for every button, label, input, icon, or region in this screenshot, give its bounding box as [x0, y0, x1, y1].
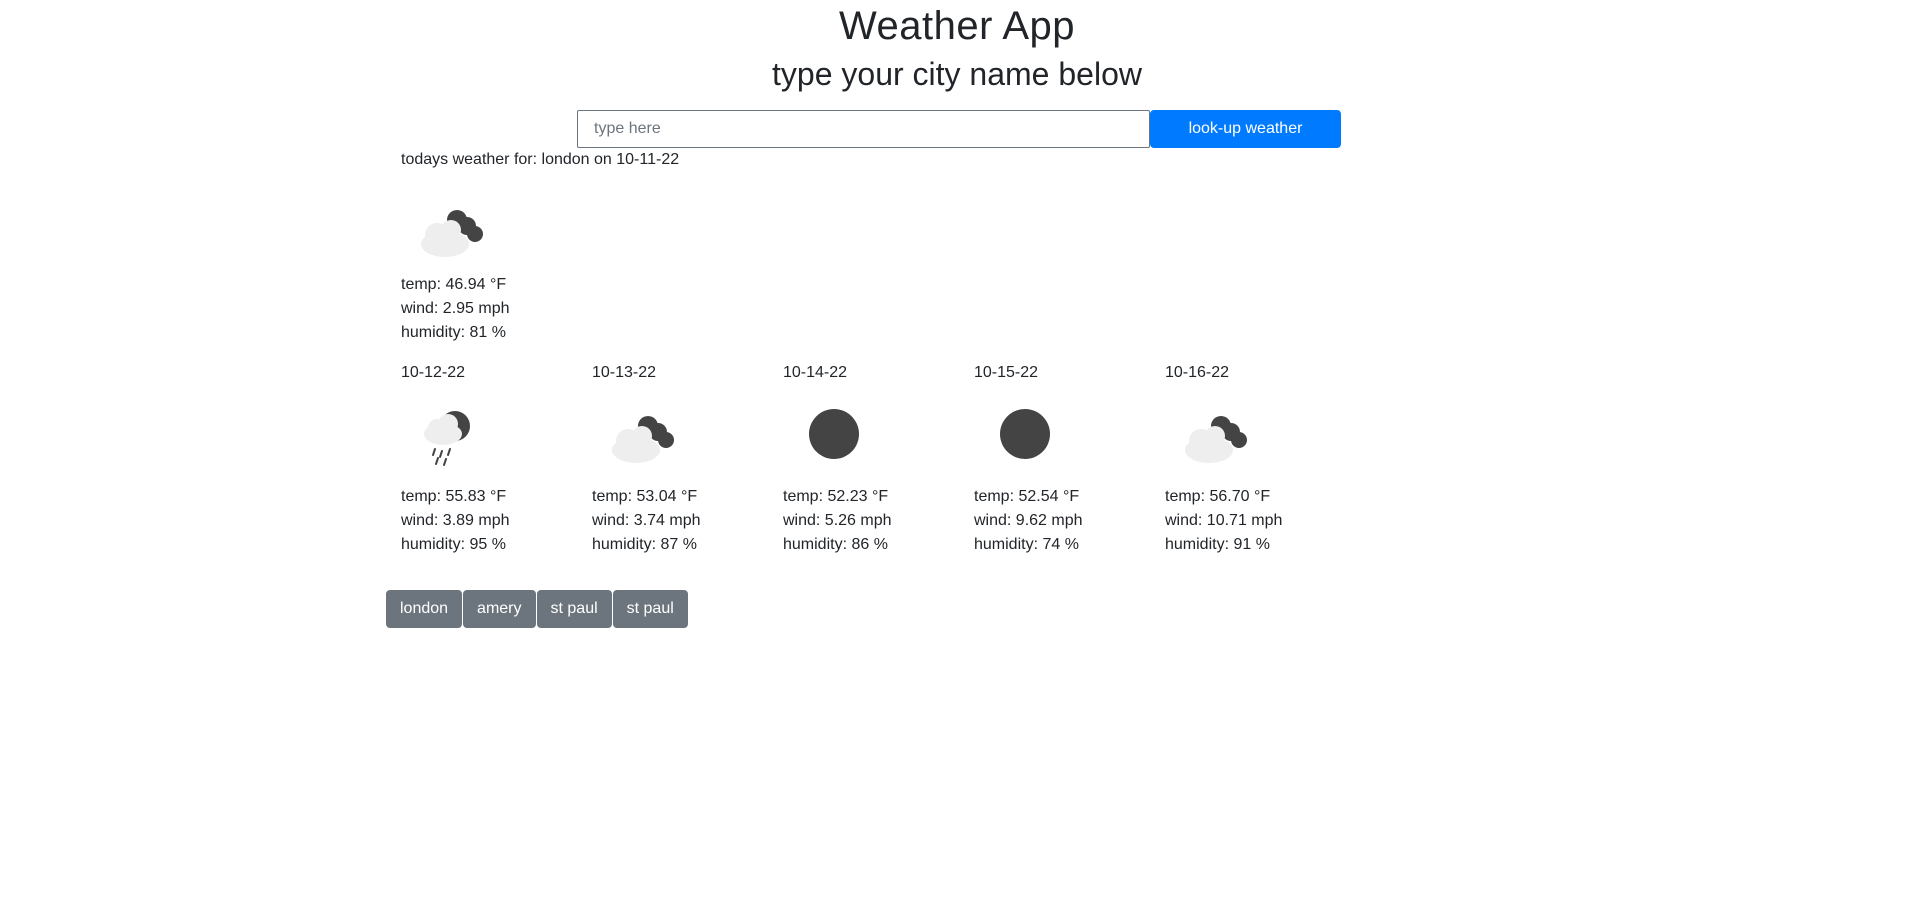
today-weather-label: todays weather for: london on 10-11-22 — [401, 151, 680, 168]
history-city-button[interactable]: st paul — [536, 590, 612, 628]
forecast-temp: temp: 52.23 °F — [783, 488, 889, 505]
forecast-humidity: humidity: 91 % — [1165, 536, 1270, 553]
forecast-temp: temp: 53.04 °F — [592, 488, 698, 505]
look-up-weather-button[interactable]: look-up weather — [1150, 110, 1341, 148]
page-title: Weather App — [838, 4, 1076, 48]
forecast-wind: wind: 9.62 mph — [974, 512, 1083, 529]
forecast-day-card: 10-15-22 temp: 52.54 °F wind: 9.62 mph h… — [974, 362, 1165, 557]
forecast-temp: temp: 55.83 °F — [401, 488, 507, 505]
forecast-temp: temp: 56.70 °F — [1165, 488, 1271, 505]
forecast-humidity: humidity: 86 % — [783, 536, 888, 553]
page-subtitle: type your city name below — [772, 56, 1142, 92]
partly-cloudy-night-icon — [1165, 394, 1265, 474]
forecast-stats: temp: 52.54 °F wind: 9.62 mph humidity: … — [974, 485, 1165, 557]
forecast-stats: temp: 55.83 °F wind: 3.89 mph humidity: … — [401, 485, 592, 557]
city-search-input[interactable] — [577, 110, 1150, 148]
clear-night-icon — [974, 394, 1074, 474]
forecast-date: 10-15-22 — [974, 364, 1039, 381]
clear-night-icon — [783, 394, 883, 474]
search-form: look-up weather — [577, 110, 1341, 148]
history-city-button[interactable]: st paul — [612, 590, 688, 628]
today-wind: wind: 2.95 mph — [401, 300, 510, 317]
forecast-wind: wind: 10.71 mph — [1165, 512, 1283, 529]
forecast-date: 10-12-22 — [401, 364, 466, 381]
today-temp: temp: 46.94 °F — [401, 276, 507, 293]
forecast-wind: wind: 5.26 mph — [783, 512, 892, 529]
forecast-day-card: 10-12-22 temp: 55.83 °F wind: 3.89 mph h… — [401, 362, 592, 557]
today-stats: temp: 46.94 °F wind: 2.95 mph humidity: … — [401, 273, 510, 345]
forecast-wind: wind: 3.89 mph — [401, 512, 510, 529]
partly-cloudy-night-icon — [592, 394, 692, 474]
search-history: london amery st paul st paul — [386, 590, 689, 628]
five-day-forecast: 10-12-22 temp: 55.83 °F wind: 3.89 mph h… — [401, 362, 1356, 557]
forecast-date: 10-16-22 — [1165, 364, 1230, 381]
forecast-stats: temp: 56.70 °F wind: 10.71 mph humidity:… — [1165, 485, 1356, 557]
partly-cloudy-night-icon — [401, 188, 501, 268]
forecast-temp: temp: 52.54 °F — [974, 488, 1080, 505]
rain-night-icon — [401, 394, 501, 474]
forecast-humidity: humidity: 95 % — [401, 536, 506, 553]
forecast-day-card: 10-13-22 temp: 53.04 °F wind: 3.74 mph h… — [592, 362, 783, 557]
forecast-wind: wind: 3.74 mph — [592, 512, 701, 529]
history-city-button[interactable]: london — [386, 590, 463, 628]
today-humidity: humidity: 81 % — [401, 324, 506, 341]
forecast-day-card: 10-14-22 temp: 52.23 °F wind: 5.26 mph h… — [783, 362, 974, 557]
forecast-date: 10-14-22 — [783, 364, 848, 381]
forecast-humidity: humidity: 87 % — [592, 536, 697, 553]
forecast-humidity: humidity: 74 % — [974, 536, 1079, 553]
forecast-stats: temp: 53.04 °F wind: 3.74 mph humidity: … — [592, 485, 783, 557]
app-header: Weather App type your city name below — [0, 0, 1914, 94]
forecast-stats: temp: 52.23 °F wind: 5.26 mph humidity: … — [783, 485, 974, 557]
forecast-day-card: 10-16-22 temp: 56.70 °F wind: 10.71 mph … — [1165, 362, 1356, 557]
history-city-button[interactable]: amery — [463, 590, 536, 628]
forecast-date: 10-13-22 — [592, 364, 657, 381]
